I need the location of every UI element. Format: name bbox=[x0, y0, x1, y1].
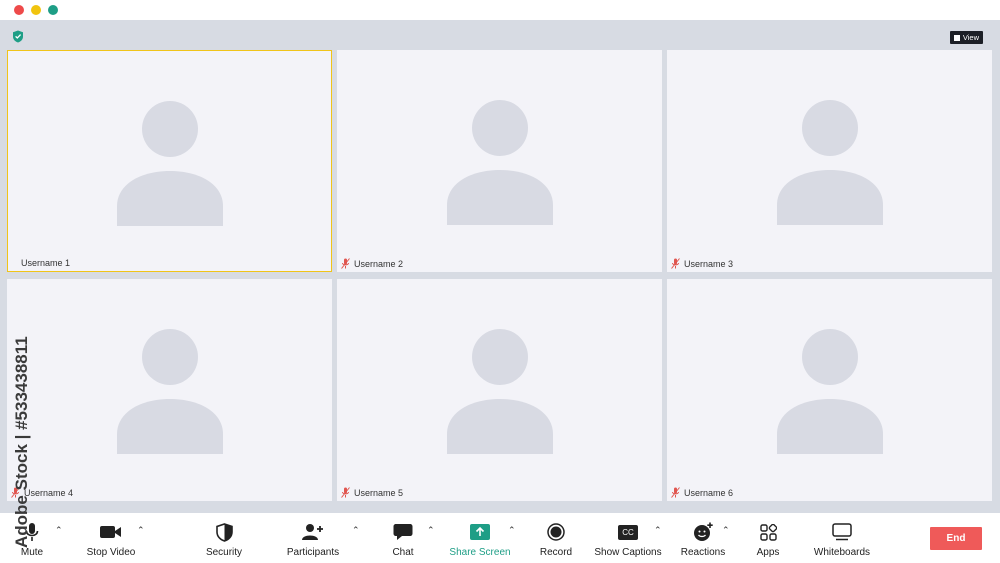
whiteboards-button[interactable]: Whiteboards bbox=[810, 513, 874, 563]
meeting-gallery: View Username 1 Username 2 Username 3 Us… bbox=[0, 20, 1000, 513]
apps-button[interactable]: Apps bbox=[754, 513, 782, 563]
participant-tile[interactable]: Username 5 bbox=[337, 279, 662, 501]
share-screen-label: Share Screen bbox=[449, 547, 511, 558]
security-label: Security bbox=[205, 547, 243, 558]
chat-button[interactable]: Chat bbox=[386, 513, 420, 563]
minimize-window-button[interactable] bbox=[31, 5, 41, 15]
whiteboard-icon bbox=[832, 523, 852, 541]
mic-muted-icon bbox=[341, 258, 350, 269]
closed-captions-icon: CC bbox=[618, 524, 638, 540]
grid-view-icon bbox=[953, 34, 960, 41]
participant-tile[interactable]: Username 6 bbox=[667, 279, 992, 501]
close-window-button[interactable] bbox=[14, 5, 24, 15]
whiteboards-label: Whiteboards bbox=[813, 547, 871, 558]
participant-tile[interactable]: Username 3 bbox=[667, 50, 992, 272]
participant-name: Username 1 bbox=[21, 258, 71, 268]
record-icon bbox=[547, 523, 565, 541]
avatar-placeholder-icon bbox=[446, 100, 553, 225]
shield-icon[interactable] bbox=[12, 30, 24, 43]
avatar-placeholder-icon bbox=[446, 329, 553, 454]
stock-watermark: Adobe Stock | #533438811 bbox=[12, 336, 31, 548]
stop-video-label: Stop Video bbox=[86, 547, 136, 558]
mic-muted-icon bbox=[341, 487, 350, 498]
reactions-button[interactable]: Reactions bbox=[678, 513, 728, 563]
shield-icon bbox=[215, 522, 233, 542]
chevron-up-icon[interactable]: ⌃ bbox=[137, 525, 145, 536]
participant-tile[interactable]: Username 1 bbox=[7, 50, 332, 272]
add-person-icon bbox=[302, 524, 323, 540]
security-button[interactable]: Security bbox=[199, 513, 249, 563]
show-captions-label: Show Captions bbox=[594, 547, 662, 558]
share-screen-button[interactable]: Share Screen bbox=[449, 513, 511, 563]
participants-label: Participants bbox=[286, 547, 340, 558]
participant-name: Username 3 bbox=[671, 258, 733, 269]
mic-muted-icon bbox=[671, 487, 680, 498]
participant-name: Username 6 bbox=[671, 487, 733, 498]
participant-tile[interactable]: Username 4 bbox=[7, 279, 332, 501]
record-button[interactable]: Record bbox=[536, 513, 576, 563]
chevron-up-icon[interactable]: ⌃ bbox=[508, 525, 516, 536]
window-titlebar bbox=[0, 0, 1000, 20]
avatar-placeholder-icon bbox=[776, 329, 883, 454]
participant-name: Username 2 bbox=[341, 258, 403, 269]
apps-icon bbox=[759, 523, 777, 541]
emoji-add-icon bbox=[694, 522, 713, 541]
share-screen-icon bbox=[470, 524, 490, 540]
view-button[interactable]: View bbox=[949, 31, 983, 44]
chevron-up-icon[interactable]: ⌃ bbox=[55, 525, 63, 536]
chevron-up-icon[interactable]: ⌃ bbox=[722, 525, 730, 536]
chevron-up-icon[interactable]: ⌃ bbox=[654, 525, 662, 536]
chat-label: Chat bbox=[392, 547, 414, 558]
show-captions-button[interactable]: CC Show Captions bbox=[592, 513, 664, 563]
avatar-placeholder-icon bbox=[116, 329, 223, 454]
apps-label: Apps bbox=[756, 547, 780, 558]
meeting-toolbar: Mute ⌃ Stop Video ⌃ Security Participant… bbox=[0, 513, 1000, 563]
participant-name: Username 5 bbox=[341, 487, 403, 498]
participants-button[interactable]: Participants bbox=[282, 513, 344, 563]
end-meeting-button[interactable]: End bbox=[930, 527, 982, 550]
stop-video-button[interactable]: Stop Video bbox=[82, 513, 140, 563]
chevron-up-icon[interactable]: ⌃ bbox=[427, 525, 435, 536]
avatar-placeholder-icon bbox=[116, 101, 223, 226]
maximize-window-button[interactable] bbox=[48, 5, 58, 15]
chat-bubble-icon bbox=[393, 524, 413, 540]
video-camera-icon bbox=[100, 526, 121, 538]
avatar-placeholder-icon bbox=[776, 100, 883, 225]
record-label: Record bbox=[539, 547, 573, 558]
participant-tile[interactable]: Username 2 bbox=[337, 50, 662, 272]
mic-muted-icon bbox=[671, 258, 680, 269]
reactions-label: Reactions bbox=[680, 547, 726, 558]
chevron-up-icon[interactable]: ⌃ bbox=[352, 525, 360, 536]
view-label: View bbox=[962, 33, 979, 42]
stock-watermark-text: Adobe Stock | #533438811 bbox=[12, 336, 31, 548]
